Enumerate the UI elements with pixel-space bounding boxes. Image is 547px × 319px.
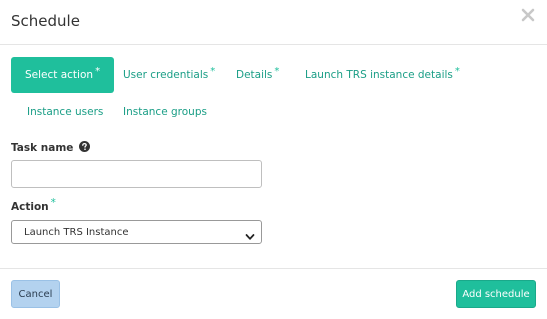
tab-select-action[interactable]: Select action * <box>11 57 115 93</box>
tab-instance-users[interactable]: Instance users <box>27 94 103 130</box>
action-label: Action * <box>11 197 56 213</box>
action-select[interactable]: Launch TRS Instance <box>11 220 262 244</box>
task-name-label-text: Task name <box>11 142 74 154</box>
add-schedule-button[interactable]: Add schedule <box>456 280 536 308</box>
schedule-modal: Schedule Select action * User credentials… <box>0 0 547 319</box>
required-mark: * <box>95 66 101 77</box>
required-mark: * <box>274 66 280 77</box>
tab-details[interactable]: Details * <box>236 57 279 93</box>
tab-label: Instance users <box>27 106 104 118</box>
tab-label: Instance groups <box>123 106 207 118</box>
required-mark: * <box>50 197 56 209</box>
tab-label: User credentials <box>123 69 209 81</box>
modal-footer: Cancel Add schedule <box>0 268 547 319</box>
tab-instance-groups[interactable]: Instance groups <box>123 94 207 130</box>
question-circle-icon[interactable] <box>79 141 91 155</box>
tab-launch-trs-instance-details[interactable]: Launch TRS instance details * <box>305 57 460 93</box>
modal-title: Schedule <box>11 12 80 30</box>
tab-user-credentials[interactable]: User credentials * <box>123 57 215 93</box>
tab-label: Details <box>236 69 273 81</box>
task-name-label: Task name <box>11 141 91 155</box>
close-icon <box>521 8 537 22</box>
close-button[interactable] <box>521 8 537 28</box>
modal-header: Schedule <box>0 0 547 45</box>
required-mark: * <box>210 66 216 77</box>
task-name-input[interactable] <box>11 160 262 188</box>
required-mark: * <box>454 66 460 77</box>
cancel-button[interactable]: Cancel <box>11 280 60 308</box>
action-label-text: Action <box>11 201 49 213</box>
action-selected-value: Launch TRS Instance <box>24 227 129 238</box>
tab-label: Launch TRS instance details <box>305 69 453 81</box>
chevron-down-icon <box>245 227 255 246</box>
tab-label: Select action <box>25 69 94 81</box>
